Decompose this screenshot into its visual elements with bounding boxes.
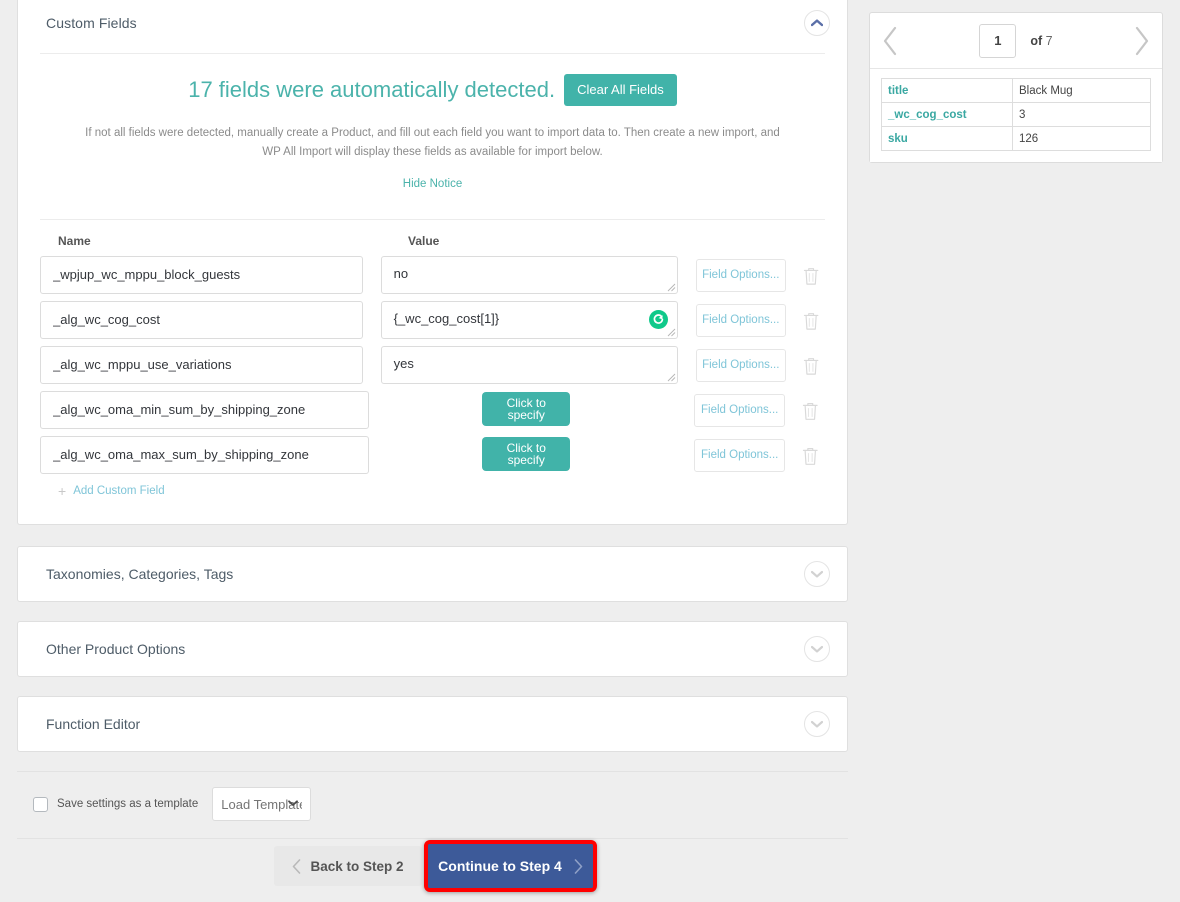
save-as-template-label: Save settings as a template: [57, 798, 199, 810]
preview-value-cell: 126: [1012, 126, 1151, 151]
preview-sidebar: of 7 titleBlack Mug_wc_cog_cost3sku126: [869, 12, 1163, 163]
collapsed-section[interactable]: Function Editor: [17, 696, 848, 752]
custom-field-name-input[interactable]: [40, 255, 364, 294]
table-row: _wc_cog_cost 3: [881, 102, 1151, 127]
custom-field-row: yes Field Options...: [40, 345, 819, 384]
custom-fields-panel: Custom Fields 17 fields were automatical…: [17, 0, 848, 525]
field-options-button[interactable]: Field Options...: [695, 303, 786, 337]
template-bar-top-divider: [17, 771, 848, 772]
custom-fields-collapse-toggle[interactable]: [804, 10, 830, 36]
custom-fields-rows: no Field Options... {_wc_cog_cost[1]} Field…: [40, 255, 819, 474]
collapsed-section[interactable]: Other Product Options: [17, 621, 848, 677]
preview-key-cell: title: [881, 78, 1013, 103]
preview-page-input[interactable]: [979, 23, 1017, 58]
continue-to-step-4-label: Continue to Step 4: [438, 858, 562, 874]
custom-field-value-wrap: no: [380, 255, 678, 294]
collapsed-section-toggle[interactable]: [804, 636, 830, 662]
refresh-icon[interactable]: [648, 309, 668, 329]
column-header-name: Name: [58, 233, 91, 248]
custom-fields-table: Name Value noField Options...{_wc_cog_co…: [18, 220, 847, 498]
save-as-template-checkbox[interactable]: [33, 796, 48, 812]
table-row: sku 126: [881, 126, 1151, 151]
click-to-specify-button[interactable]: Click to specify: [482, 436, 571, 471]
field-options-button[interactable]: Field Options...: [695, 348, 786, 382]
collapsed-section-toggle[interactable]: [804, 561, 830, 587]
template-bar: Save settings as a template: [33, 787, 312, 821]
field-options-button[interactable]: Field Options...: [693, 438, 786, 472]
chevron-down-icon: [811, 645, 823, 653]
custom-field-name-input[interactable]: [40, 390, 369, 429]
preview-key-cell: sku: [881, 126, 1013, 151]
preview-total-count: 7: [1045, 33, 1053, 48]
footer-divider: [17, 838, 848, 839]
preview-key-cell: _wc_cog_cost: [881, 102, 1013, 127]
trash-icon[interactable]: [803, 356, 819, 376]
chevron-right-icon[interactable]: [1132, 25, 1152, 57]
back-to-step-2-label: Back to Step 2: [310, 858, 404, 874]
custom-field-row: Click to specify Field Options...: [40, 435, 819, 474]
preview-pagination: of 7: [870, 13, 1162, 69]
page-root: Custom Fields 17 fields were automatical…: [0, 0, 1180, 902]
page-title: Custom Fields: [46, 15, 137, 31]
column-header-value: Value: [408, 233, 440, 248]
chevron-right-icon: [574, 858, 583, 874]
field-options-button[interactable]: Field Options...: [693, 393, 786, 427]
hide-notice-link[interactable]: Hide Notice: [403, 178, 462, 190]
detection-notice: 17 fields were automatically detected. C…: [18, 54, 847, 202]
detection-notice-body: If not all fields were detected, manuall…: [85, 127, 780, 158]
continue-to-step-4-button[interactable]: Continue to Step 4: [428, 844, 593, 888]
preview-value-cell: 3: [1012, 102, 1151, 127]
field-options-button[interactable]: Field Options...: [695, 258, 786, 292]
collapsed-section[interactable]: Taxonomies, Categories, Tags: [17, 546, 848, 602]
custom-field-name-input[interactable]: [40, 300, 364, 339]
custom-fields-header[interactable]: Custom Fields: [18, 0, 847, 54]
table-row: title Black Mug: [881, 78, 1151, 103]
custom-field-value-textarea[interactable]: yes: [380, 345, 678, 384]
add-custom-field-button[interactable]: + Add Custom Field: [58, 484, 819, 498]
preview-of-label: of: [1030, 33, 1043, 48]
continue-button-highlight: Continue to Step 4: [424, 840, 597, 892]
clear-all-fields-button[interactable]: Clear All Fields: [564, 74, 677, 106]
plus-icon: +: [58, 482, 67, 499]
trash-icon[interactable]: [802, 446, 819, 466]
collapsed-section-toggle[interactable]: [804, 711, 830, 737]
add-custom-field-label: Add Custom Field: [73, 484, 165, 497]
custom-fields-column-headers: Name Value: [40, 234, 819, 248]
preview-body: title Black Mug _wc_cog_cost 3 sku 126: [870, 69, 1162, 162]
custom-field-value-textarea[interactable]: no: [380, 255, 678, 294]
chevron-left-icon[interactable]: [880, 25, 900, 57]
custom-field-value-wrap: Click to specify: [386, 391, 675, 429]
trash-icon[interactable]: [802, 401, 819, 421]
chevron-up-icon: [811, 19, 823, 27]
custom-field-value-wrap: {_wc_cog_cost[1]}: [380, 300, 678, 339]
custom-field-row: Click to specify Field Options...: [40, 390, 819, 429]
custom-field-row: {_wc_cog_cost[1]} Field Options...: [40, 300, 819, 339]
custom-field-value-textarea[interactable]: {_wc_cog_cost[1]}: [380, 300, 678, 339]
preview-table: title Black Mug _wc_cog_cost 3 sku 126: [881, 78, 1151, 151]
custom-field-value-wrap: Click to specify: [386, 436, 675, 474]
preview-page-total: of 7: [1030, 34, 1052, 48]
chevron-down-icon: [811, 720, 823, 728]
custom-field-row: no Field Options...: [40, 255, 819, 294]
back-to-step-2-button[interactable]: Back to Step 2: [274, 846, 422, 886]
chevron-left-icon: [293, 858, 301, 874]
trash-icon[interactable]: [803, 266, 819, 286]
collapsed-section-title: Taxonomies, Categories, Tags: [46, 566, 234, 582]
chevron-down-icon: [811, 570, 823, 578]
custom-field-name-input[interactable]: [40, 435, 369, 474]
click-to-specify-button[interactable]: Click to specify: [482, 391, 571, 426]
load-template-wrap: [212, 787, 312, 821]
collapsed-section-title: Other Product Options: [46, 641, 186, 657]
header-divider: [40, 53, 825, 54]
trash-icon[interactable]: [803, 311, 819, 331]
preview-value-cell: Black Mug: [1012, 78, 1151, 103]
custom-field-value-wrap: yes: [380, 345, 678, 384]
custom-field-name-input[interactable]: [40, 345, 364, 384]
detection-notice-headline-row: 17 fields were automatically detected. C…: [78, 74, 787, 106]
load-template-input[interactable]: [212, 787, 312, 821]
detection-count-text: 17 fields were automatically detected.: [188, 77, 556, 102]
collapsed-section-title: Function Editor: [46, 716, 141, 732]
